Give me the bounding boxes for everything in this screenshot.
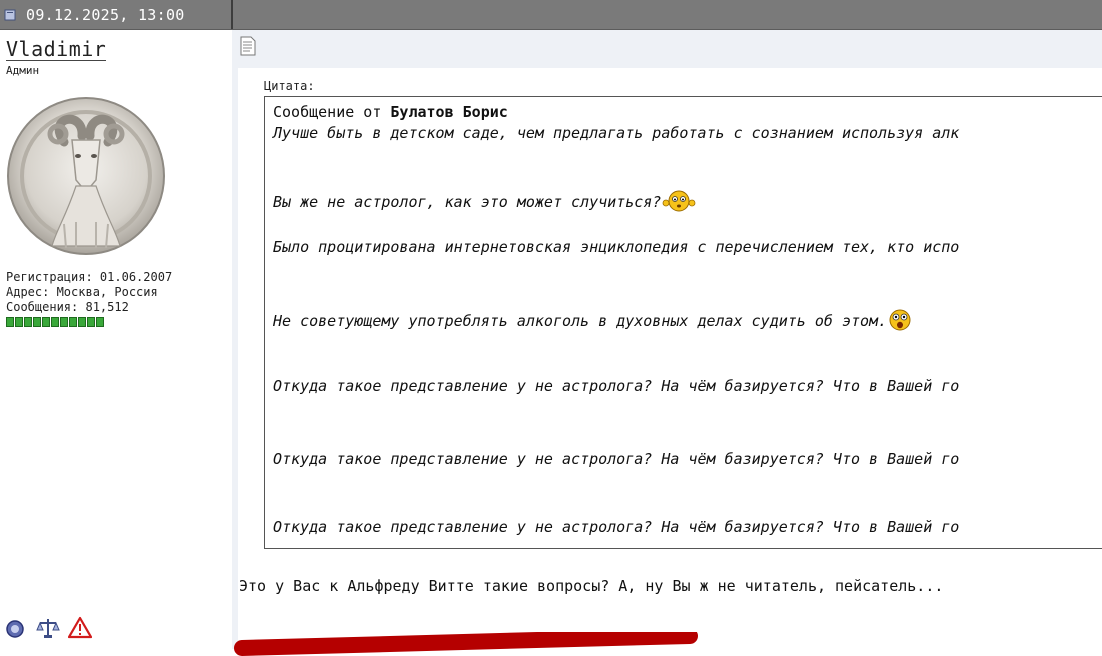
quote-line-text: Не советующему употреблять алкоголь в ду… [273, 312, 888, 330]
quote-header: Сообщение от Булатов Борис [273, 103, 508, 121]
quote-label: Цитата: [264, 79, 315, 93]
reputation-segment [33, 317, 41, 327]
confused-smiley-icon [662, 190, 696, 212]
reputation-segment [96, 317, 104, 327]
post-date: 09.12.2025, 13:00 [26, 6, 185, 24]
report-warning-icon[interactable] [68, 616, 92, 640]
author-rank: Админ [6, 64, 40, 77]
reputation-segment [78, 317, 86, 327]
shocked-smiley-icon [889, 309, 911, 331]
quote-line: Откуда такое представление у не астролог… [273, 518, 960, 536]
post-document-icon [4, 9, 16, 21]
reputation-segment [87, 317, 95, 327]
reputation-bar [6, 317, 104, 327]
red-underline-annotation [234, 632, 698, 656]
reputation-segment [15, 317, 23, 327]
post-header-bar: 09.12.2025, 13:00 [0, 0, 1102, 30]
reputation-segment [51, 317, 59, 327]
online-status-icon[interactable] [4, 616, 28, 640]
post-date-cell: 09.12.2025, 13:00 [0, 0, 233, 29]
author-registration: Регистрация: 01.06.2007 [6, 270, 173, 284]
quote-author: Булатов Борис [390, 103, 508, 121]
post-icon [240, 36, 256, 56]
quote-line: Откуда такое представление у не астролог… [273, 450, 960, 468]
quote-line: Не советующему употреблять алкоголь в ду… [273, 308, 913, 332]
quote-line: Было процитирована интернетовская энцикл… [273, 238, 960, 256]
author-address: Адрес: Москва, Россия [6, 285, 158, 299]
post-body: Цитата: Сообщение от Булатов Борис Лучше… [234, 68, 1102, 656]
quote-line-text: Вы же не астролог, как это может случить… [273, 193, 662, 211]
quote-line: Вы же не астролог, как это может случить… [273, 189, 697, 213]
author-username-link[interactable]: Vladimir [6, 38, 107, 61]
quote-line: Откуда такое представление у не астролог… [273, 377, 960, 395]
post-content-area: Цитата: Сообщение от Булатов Борис Лучше… [232, 30, 1102, 656]
quote-from-prefix: Сообщение от [273, 103, 391, 121]
author-info: Регистрация: 01.06.2007 Адрес: Москва, Р… [6, 270, 172, 315]
reputation-segment [42, 317, 50, 327]
author-avatar[interactable] [6, 96, 166, 256]
reputation-segment [24, 317, 32, 327]
quote-line: Лучше быть в детском саде, чем предлагат… [273, 124, 960, 142]
reputation-segment [6, 317, 14, 327]
quote-box: Сообщение от Булатов Борис Лучше быть в … [264, 96, 1102, 549]
reputation-segment [69, 317, 77, 327]
author-message-count: Сообщения: 81,512 [6, 300, 129, 314]
reputation-segment [60, 317, 68, 327]
scales-icon[interactable] [36, 616, 60, 640]
reply-text: Это у Вас к Альфреду Витте такие вопросы… [239, 577, 944, 595]
author-panel: Vladimir Админ Регистрация: 01.06.2007 А… [0, 30, 231, 649]
author-actions [4, 616, 92, 640]
